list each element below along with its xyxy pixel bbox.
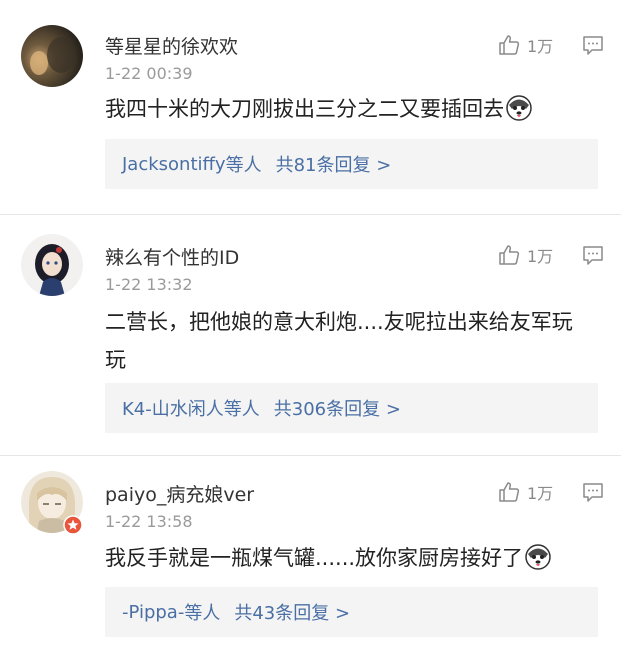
- reply-author[interactable]: -Pippa-: [122, 602, 184, 623]
- comment-text: 我反手就是一瓶煤气罐......放你家厨房接好了: [105, 539, 595, 577]
- like-count: 1万: [527, 37, 554, 56]
- divider: [0, 214, 621, 215]
- avatar[interactable]: [21, 25, 83, 87]
- avatar-girl-icon: [21, 234, 83, 296]
- reply-count-link[interactable]: 共306条回复 >: [274, 395, 401, 421]
- timestamp: 1-22 13:32: [105, 275, 193, 294]
- replies-summary[interactable]: Jacksontiffy 等人 共81条回复 >: [105, 139, 598, 189]
- divider: [0, 455, 621, 456]
- reply-count-link[interactable]: 共81条回复 >: [276, 151, 392, 177]
- thumbs-up-icon: [499, 482, 520, 502]
- husky-emoji-icon: [525, 544, 551, 570]
- reply-author[interactable]: Jacksontiffy: [122, 154, 226, 175]
- timestamp: 1-22 13:58: [105, 512, 193, 531]
- comment-bubble-icon[interactable]: [582, 481, 604, 503]
- like-count: 1万: [527, 247, 554, 266]
- verified-badge-icon: [63, 515, 83, 535]
- comment-text: 二营长，把他娘的意大利炮....友呢拉出来给友军玩玩: [105, 303, 585, 379]
- thumbs-up-icon: [499, 245, 520, 265]
- comment-text-content: 我反手就是一瓶煤气罐......放你家厨房接好了: [105, 546, 524, 570]
- reply-suffix: 等人: [225, 155, 262, 176]
- replies-summary[interactable]: K4-山水闲人 等人 共306条回复 >: [105, 383, 598, 433]
- avatar[interactable]: [21, 471, 83, 535]
- comment-text: 我四十米的大刀刚拔出三分之二又要插回去: [105, 90, 595, 128]
- reply-suffix: 等人: [184, 603, 221, 624]
- comment-bubble-icon[interactable]: [582, 244, 604, 266]
- thumbs-up-icon: [499, 35, 520, 55]
- reply-author[interactable]: K4-山水闲人: [122, 395, 224, 421]
- like-button[interactable]: 1万: [497, 479, 553, 505]
- like-button[interactable]: 1万: [497, 32, 553, 58]
- like-button[interactable]: 1万: [497, 242, 553, 268]
- username[interactable]: 辣么有个性的ID: [105, 243, 239, 270]
- husky-emoji-icon: [506, 95, 532, 121]
- timestamp: 1-22 00:39: [105, 64, 193, 83]
- reply-suffix: 等人: [223, 399, 260, 420]
- comment-text-content: 二营长，把他娘的意大利炮....友呢拉出来给友军玩玩: [105, 310, 573, 372]
- reply-count-link[interactable]: 共43条回复 >: [234, 599, 350, 625]
- username[interactable]: paiyo_病充娘ver: [105, 480, 254, 507]
- comment-bubble-icon[interactable]: [582, 34, 604, 56]
- avatar-photo-icon: [21, 25, 83, 87]
- like-count: 1万: [527, 484, 554, 503]
- replies-summary[interactable]: -Pippa- 等人 共43条回复 >: [105, 587, 598, 637]
- comment-text-content: 我四十米的大刀刚拔出三分之二又要插回去: [105, 97, 504, 121]
- username[interactable]: 等星星的徐欢欢: [105, 32, 238, 59]
- avatar[interactable]: [21, 234, 83, 296]
